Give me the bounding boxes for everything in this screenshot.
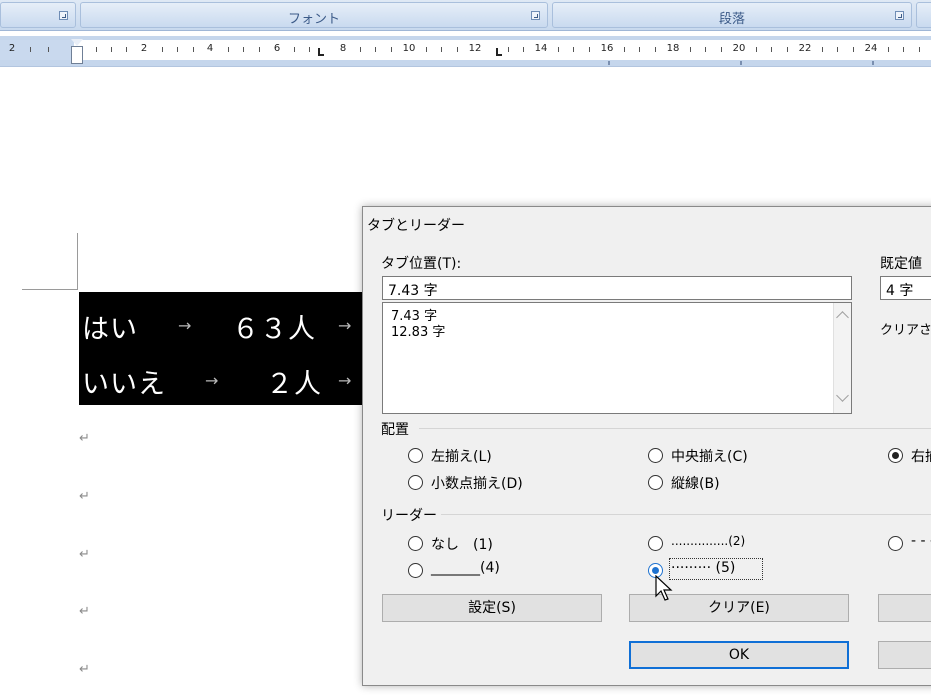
tab-arrow-icon: → — [338, 316, 352, 335]
paragraph-mark-icon: ↵ — [79, 431, 90, 446]
mouse-pointer-icon — [655, 575, 673, 601]
leader-dashes-radio[interactable] — [888, 536, 903, 551]
ruler-number: 16 — [600, 43, 614, 54]
align-center-label[interactable]: 中央揃え(C) — [671, 446, 748, 466]
scroll-up-icon[interactable] — [836, 311, 849, 324]
leader-dashes-label[interactable]: - - - — [911, 533, 931, 549]
paragraph-mark-icon: ↵ — [79, 604, 90, 619]
ruler-number: 24 — [864, 43, 878, 54]
ruler-number: 8 — [339, 43, 347, 54]
ribbon-group-previous — [0, 2, 76, 28]
align-center-radio[interactable] — [648, 448, 663, 463]
dialog-title: タブとリーダー — [367, 218, 465, 234]
ruler-number: 2 — [8, 43, 16, 54]
left-indent-marker[interactable] — [71, 46, 83, 64]
align-bar-radio[interactable] — [648, 475, 663, 490]
set-button[interactable]: 設定(S) — [382, 594, 602, 622]
tab-position-list[interactable]: 7.43 字 12.83 字 — [382, 302, 852, 414]
ribbon-group-label-paragraph: 段落 — [718, 12, 745, 27]
alignment-group-label: 配置 — [381, 422, 409, 438]
clear-target-label: クリアさ — [880, 323, 931, 338]
paragraph-mark-icon: ↵ — [79, 662, 90, 677]
align-bar-label[interactable]: 縦線(B) — [671, 473, 720, 493]
horizontal-ruler[interactable]: 2 2 4 6 8 10 12 14 16 18 20 22 24 — [0, 36, 931, 67]
default-tab-label: 既定値 — [880, 256, 922, 272]
ruler-number: 14 — [534, 43, 548, 54]
ruler-number: 12 — [468, 43, 482, 54]
ruler-number: 20 — [732, 43, 746, 54]
leader-dots-radio[interactable] — [648, 536, 663, 551]
paragraph-mark-icon: ↵ — [79, 547, 90, 562]
align-left-label[interactable]: 左揃え(L) — [431, 446, 492, 466]
paragraph-dialog-launcher-icon[interactable] — [895, 11, 904, 20]
doc-line-1-value: ６３人 — [232, 314, 316, 345]
doc-line-2-label: いいえ — [82, 369, 166, 400]
tab-arrow-icon: → — [205, 371, 219, 390]
ribbon-group-label-font: フォント — [287, 12, 340, 27]
tab-arrow-icon: → — [338, 371, 352, 390]
paragraph-mark-icon: ↵ — [79, 489, 90, 504]
tab-list-item[interactable]: 12.83 字 — [391, 321, 445, 340]
ruler-right-tab-stop[interactable] — [318, 48, 324, 56]
ribbon: フォント 段落 — [0, 0, 931, 31]
list-scrollbar[interactable] — [833, 303, 851, 413]
clear-all-button[interactable] — [878, 594, 931, 622]
doc-line-1-label: はい — [82, 314, 138, 345]
default-tab-input[interactable]: 4 字 — [880, 276, 931, 300]
font-dialog-launcher-icon[interactable] — [531, 11, 540, 20]
ribbon-group-next — [916, 2, 931, 28]
doc-line-2-value: ２人 — [266, 369, 322, 400]
leader-middle-dot-label[interactable]: ········· (5) — [671, 560, 735, 576]
ribbon-group-font: フォント — [80, 2, 548, 28]
align-right-label[interactable]: 右揃 — [911, 446, 931, 466]
align-decimal-label[interactable]: 小数点揃え(D) — [431, 473, 523, 493]
ruler-number: 4 — [206, 43, 214, 54]
leader-none-label[interactable]: なし (1) — [431, 534, 493, 554]
leader-underline-radio[interactable] — [408, 563, 423, 578]
ribbon-group-paragraph: 段落 — [552, 2, 912, 28]
cancel-button[interactable] — [878, 641, 931, 669]
leader-none-radio[interactable] — [408, 536, 423, 551]
tab-arrow-icon: → — [178, 316, 192, 335]
tabs-dialog: タブとリーダー タブ位置(T): 7.43 字 7.43 字 12.83 字 既… — [362, 206, 931, 686]
ruler-number: 22 — [798, 43, 812, 54]
margin-crop-mark — [77, 233, 78, 290]
leader-group-label: リーダー — [381, 508, 437, 524]
ruler-number: 18 — [666, 43, 680, 54]
ruler-right-tab-stop[interactable] — [496, 48, 502, 56]
align-left-radio[interactable] — [408, 448, 423, 463]
ruler-number: 10 — [402, 43, 416, 54]
leader-dots-label[interactable]: ...............(2) — [671, 534, 745, 548]
leader-underline-label[interactable]: _______(4) — [431, 560, 500, 576]
first-line-indent-marker[interactable] — [71, 39, 83, 46]
tab-position-label: タブ位置(T): — [381, 256, 462, 272]
align-decimal-radio[interactable] — [408, 475, 423, 490]
ok-button[interactable]: OK — [629, 641, 849, 669]
ruler-number: 2 — [140, 43, 148, 54]
align-right-radio[interactable] — [888, 448, 903, 463]
tab-position-input[interactable]: 7.43 字 — [382, 276, 852, 300]
scroll-down-icon[interactable] — [836, 389, 849, 402]
dialog-launcher-icon[interactable] — [59, 11, 68, 20]
margin-crop-mark — [22, 289, 78, 290]
ruler-number: 6 — [273, 43, 281, 54]
